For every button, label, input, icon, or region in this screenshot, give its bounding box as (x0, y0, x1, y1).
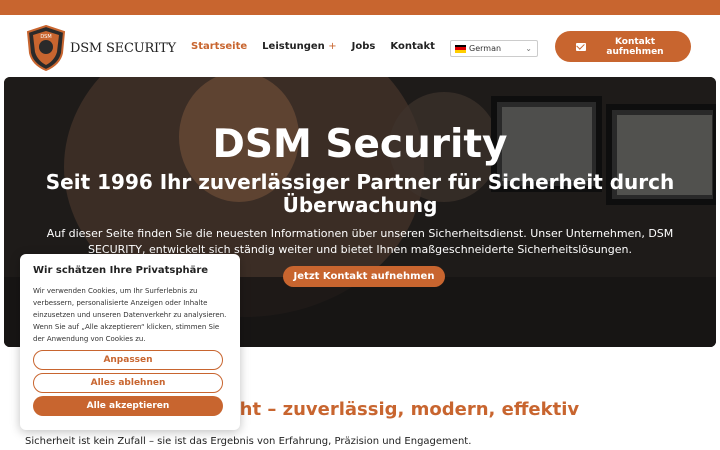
envelope-icon (576, 42, 586, 51)
contact-button-label: Kontakt aufnehmen (606, 36, 664, 57)
site-header: DSM DSM SECURITY Startseite Leistungen +… (0, 15, 720, 78)
shield-logo-icon: DSM (26, 25, 66, 71)
cookie-consent-dialog: Wir schätzen Ihre Privatsphäre Wir verwe… (20, 254, 240, 430)
top-accent-bar (0, 0, 720, 15)
german-flag-icon (455, 44, 466, 53)
main-nav: Startseite Leistungen + Jobs Kontakt (191, 41, 435, 52)
nav-jobs[interactable]: Jobs (352, 41, 376, 52)
cookie-title: Wir schätzen Ihre Privatsphäre (33, 265, 209, 276)
site-logo[interactable]: DSM DSM SECURITY (26, 25, 176, 71)
hero-title: DSM Security (212, 122, 508, 167)
nav-leistungen[interactable]: Leistungen + (262, 41, 337, 52)
hero-subtitle: Seit 1996 Ihr zuverlässiger Partner für … (45, 170, 675, 217)
contact-button[interactable]: Kontakt aufnehmen (555, 31, 691, 62)
plus-icon: + (328, 41, 337, 52)
chevron-down-icon: ⌄ (525, 44, 532, 53)
section-text: Sicherheit ist kein Zufall – sie ist das… (25, 436, 472, 447)
cookie-text: Wir verwenden Cookies, um Ihr Surferlebn… (33, 287, 227, 343)
logo-badge-text: DSM (40, 34, 51, 40)
cookie-reject-button[interactable]: Alles ablehnen (33, 373, 223, 393)
nav-kontakt[interactable]: Kontakt (390, 41, 435, 52)
logo-text: DSM SECURITY (70, 40, 176, 56)
hero-contact-button[interactable]: Jetzt Kontakt aufnehmen (283, 266, 445, 287)
cookie-customize-button[interactable]: Anpassen (33, 350, 223, 370)
language-selected: German (469, 44, 502, 53)
cookie-accept-button[interactable]: Alle akzeptieren (33, 396, 223, 416)
nav-startseite[interactable]: Startseite (191, 41, 247, 52)
nav-leistungen-label: Leistungen (262, 41, 325, 52)
language-select[interactable]: German ⌄ (450, 40, 538, 57)
